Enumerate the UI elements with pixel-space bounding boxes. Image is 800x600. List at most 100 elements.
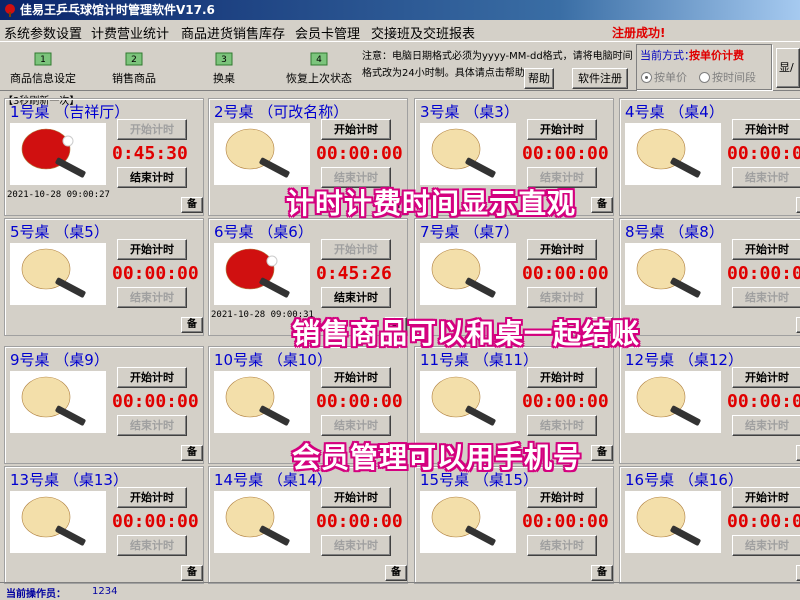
note-button[interactable]: 备	[796, 445, 800, 461]
paddle-icon	[225, 496, 290, 546]
paddle-image	[10, 491, 106, 553]
radio-label: 按单价	[654, 71, 687, 84]
end-timer-button[interactable]: 结束计时	[117, 535, 187, 556]
start-timer-button[interactable]: 开始计时	[527, 367, 597, 388]
paddle-image	[625, 243, 721, 305]
toolbar-badge-2: 2	[131, 55, 137, 65]
start-timer-button[interactable]: 开始计时	[732, 487, 800, 508]
note-button[interactable]: 备	[796, 197, 800, 213]
start-timer-button[interactable]: 开始计时	[117, 239, 187, 260]
timer-display: 00:00:00	[522, 511, 609, 532]
start-timer-button[interactable]: 开始计时	[321, 119, 391, 140]
radio-unit-price[interactable]: 按单价	[641, 69, 687, 85]
paddle-icon	[636, 376, 701, 426]
paddle-image	[214, 371, 310, 433]
paddle-icon	[21, 128, 86, 178]
table-name: 1号桌 （吉祥厅）	[10, 103, 130, 121]
end-timer-button[interactable]: 结束计时	[732, 535, 800, 556]
item-1-icon: 1	[34, 52, 52, 66]
end-timer-button[interactable]: 结束计时	[732, 287, 800, 308]
start-timer-button[interactable]: 开始计时	[117, 119, 187, 140]
toggle-panel-button[interactable]: 显/隐	[776, 48, 800, 88]
timer-display: 00:00:00	[316, 511, 403, 532]
table-name: 4号桌 （桌4）	[625, 103, 724, 121]
sell-goods-button[interactable]: 2 销售商品	[106, 45, 162, 89]
note-button[interactable]: 备	[796, 317, 800, 333]
toolbar-label: 恢复上次状态	[286, 72, 352, 85]
paddle-image	[214, 491, 310, 553]
note-button[interactable]: 备	[796, 565, 800, 581]
note-button[interactable]: 备	[181, 197, 203, 213]
item-3-icon: 3	[215, 52, 233, 66]
note-button[interactable]: 备	[385, 565, 407, 581]
note-button[interactable]: 备	[591, 197, 613, 213]
table-card: 12号桌 （桌12）开始计时 00:00:00 结束计时备	[619, 346, 800, 464]
note-button[interactable]: 备	[181, 565, 203, 581]
toolbar-badge-3: 3	[221, 55, 227, 65]
paddle-image	[10, 243, 106, 305]
paddle-image	[10, 123, 106, 185]
start-timer-button[interactable]: 开始计时	[732, 239, 800, 260]
toolbar-badge-1: 1	[40, 55, 46, 65]
menu-billing-stats[interactable]: 计费营业统计	[91, 23, 169, 42]
end-timer-button[interactable]: 结束计时	[117, 167, 187, 188]
table-card: 9号桌 （桌9） 开始计时 00:00:00 结束计时备	[4, 346, 204, 464]
title-bar: 佳易王乒乓球馆计时管理软件V17.6	[0, 0, 800, 20]
table-card: 15号桌 （桌15） 开始计时 00:00:00 结束计时备	[414, 466, 614, 584]
table-name: 10号桌 （桌10）	[214, 351, 332, 369]
menu-shift-report[interactable]: 交接班及交班报表	[371, 23, 475, 42]
table-name: 16号桌 （桌16）	[625, 471, 743, 489]
window-title: 佳易王乒乓球馆计时管理软件V17.6	[20, 3, 215, 17]
paddle-icon	[225, 128, 290, 178]
start-timer-button[interactable]: 开始计时	[321, 239, 391, 260]
note-button[interactable]: 备	[181, 317, 203, 333]
restore-state-button[interactable]: 4 恢复上次状态	[282, 45, 356, 89]
timer-display: 00:00:00	[112, 391, 199, 412]
timer-display: 00:00:00	[522, 143, 609, 164]
table-name: 7号桌 （桌7）	[420, 223, 519, 241]
radio-time-period[interactable]: 按时间段	[699, 69, 756, 85]
menu-system-settings[interactable]: 系统参数设置	[4, 23, 82, 42]
start-timer-button[interactable]: 开始计时	[527, 119, 597, 140]
paddle-icon	[431, 376, 496, 426]
end-timer-button[interactable]: 结束计时	[321, 415, 391, 436]
change-table-button[interactable]: 3 换桌	[204, 45, 244, 89]
start-timer-button[interactable]: 开始计时	[321, 367, 391, 388]
end-timer-button[interactable]: 结束计时	[732, 167, 800, 188]
start-timer-button[interactable]: 开始计时	[321, 487, 391, 508]
end-timer-button[interactable]: 结束计时	[117, 287, 187, 308]
timer-display: 00:00:00	[727, 143, 800, 164]
end-timer-button[interactable]: 结束计时	[527, 415, 597, 436]
radio-label: 按时间段	[712, 71, 756, 84]
timer-display: 00:00:00	[727, 511, 800, 532]
timer-display: 00:00:00	[316, 143, 403, 164]
start-timer-button[interactable]: 开始计时	[732, 119, 800, 140]
mode-label: 当前方式：	[640, 49, 695, 62]
help-button[interactable]: 帮助	[524, 68, 554, 89]
end-timer-button[interactable]: 结束计时	[321, 535, 391, 556]
start-timer-button[interactable]: 开始计时	[732, 367, 800, 388]
menu-inventory[interactable]: 商品进货销售库存	[181, 23, 285, 42]
end-timer-button[interactable]: 结束计时	[732, 415, 800, 436]
menu-member-card[interactable]: 会员卡管理	[295, 23, 360, 42]
start-timer-button[interactable]: 开始计时	[117, 367, 187, 388]
end-timer-button[interactable]: 结束计时	[527, 287, 597, 308]
note-button[interactable]: 备	[591, 445, 613, 461]
paddle-icon	[21, 496, 86, 546]
paddle-image	[420, 491, 516, 553]
operator-value: 1234	[92, 586, 118, 597]
table-card: 8号桌 （桌8） 开始计时 00:00:00 结束计时备	[619, 218, 800, 336]
paddle-image	[625, 123, 721, 185]
start-timer-button[interactable]: 开始计时	[527, 487, 597, 508]
product-info-button[interactable]: 1 商品信息设定	[8, 45, 78, 89]
start-timer-button[interactable]: 开始计时	[117, 487, 187, 508]
paddle-image	[214, 123, 310, 185]
table-card: 16号桌 （桌16）开始计时 00:00:00 结束计时备	[619, 466, 800, 584]
end-timer-button[interactable]: 结束计时	[527, 535, 597, 556]
note-button[interactable]: 备	[181, 445, 203, 461]
start-timer-button[interactable]: 开始计时	[527, 239, 597, 260]
end-timer-button[interactable]: 结束计时	[117, 415, 187, 436]
note-button[interactable]: 备	[591, 565, 613, 581]
end-timer-button[interactable]: 结束计时	[321, 287, 391, 308]
register-button[interactable]: 软件注册	[572, 68, 628, 89]
